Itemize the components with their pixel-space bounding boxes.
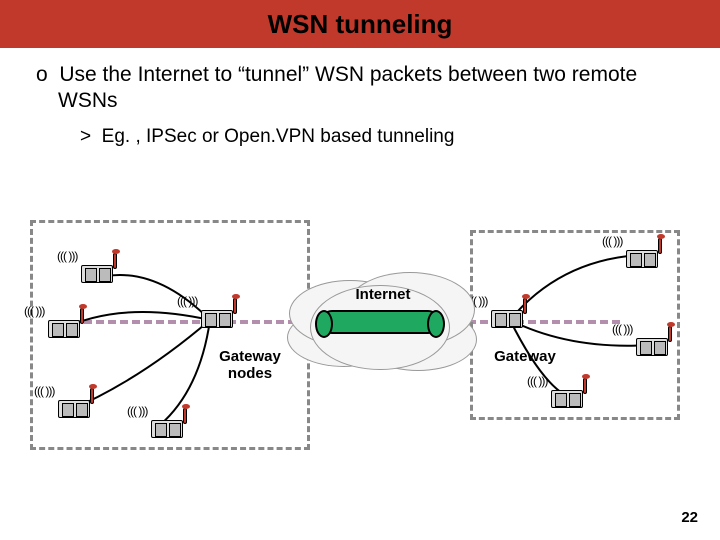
bullet-main: Use the Internet to “tunnel” WSN packets… bbox=[36, 62, 684, 115]
diagram: ((( ))) ((( ))) ((( ))) ((( ))) ((( ))) … bbox=[0, 200, 720, 500]
content-area: Use the Internet to “tunnel” WSN packets… bbox=[0, 48, 720, 148]
title-bar: WSN tunneling bbox=[0, 0, 720, 48]
radio-waves-icon: ((( ))) bbox=[177, 294, 197, 308]
radio-waves-icon: ((( ))) bbox=[127, 404, 147, 418]
radio-waves-icon: ((( ))) bbox=[527, 374, 547, 388]
page-number: 22 bbox=[681, 509, 698, 526]
sensor-node: ((( ))) bbox=[545, 380, 589, 410]
sensor-node: ((( ))) bbox=[42, 310, 86, 340]
radio-waves-icon: ((( ))) bbox=[57, 249, 77, 263]
internet-label: Internet bbox=[348, 286, 418, 303]
gateway-node-right: ((( ))) bbox=[485, 300, 529, 330]
bullet-sub: Eg. , IPSec or Open.VPN based tunneling bbox=[80, 125, 684, 149]
radio-waves-icon: ((( ))) bbox=[602, 234, 622, 248]
sensor-node: ((( ))) bbox=[620, 240, 664, 270]
gateway-left-label: Gateway nodes bbox=[205, 348, 295, 382]
radio-waves-icon: ((( ))) bbox=[612, 322, 632, 336]
tunnel-tube bbox=[320, 310, 440, 334]
gateway-right-label: Gateway bbox=[485, 348, 565, 365]
radio-waves-icon: ((( ))) bbox=[467, 294, 487, 308]
sensor-node: ((( ))) bbox=[630, 328, 674, 358]
sensor-node: ((( ))) bbox=[75, 255, 119, 285]
radio-waves-icon: ((( ))) bbox=[34, 384, 54, 398]
sensor-node: ((( ))) bbox=[52, 390, 96, 420]
sensor-node: ((( ))) bbox=[145, 410, 189, 440]
gateway-node-left: ((( ))) bbox=[195, 300, 239, 330]
radio-waves-icon: ((( ))) bbox=[24, 304, 44, 318]
slide-title: WSN tunneling bbox=[268, 9, 453, 40]
